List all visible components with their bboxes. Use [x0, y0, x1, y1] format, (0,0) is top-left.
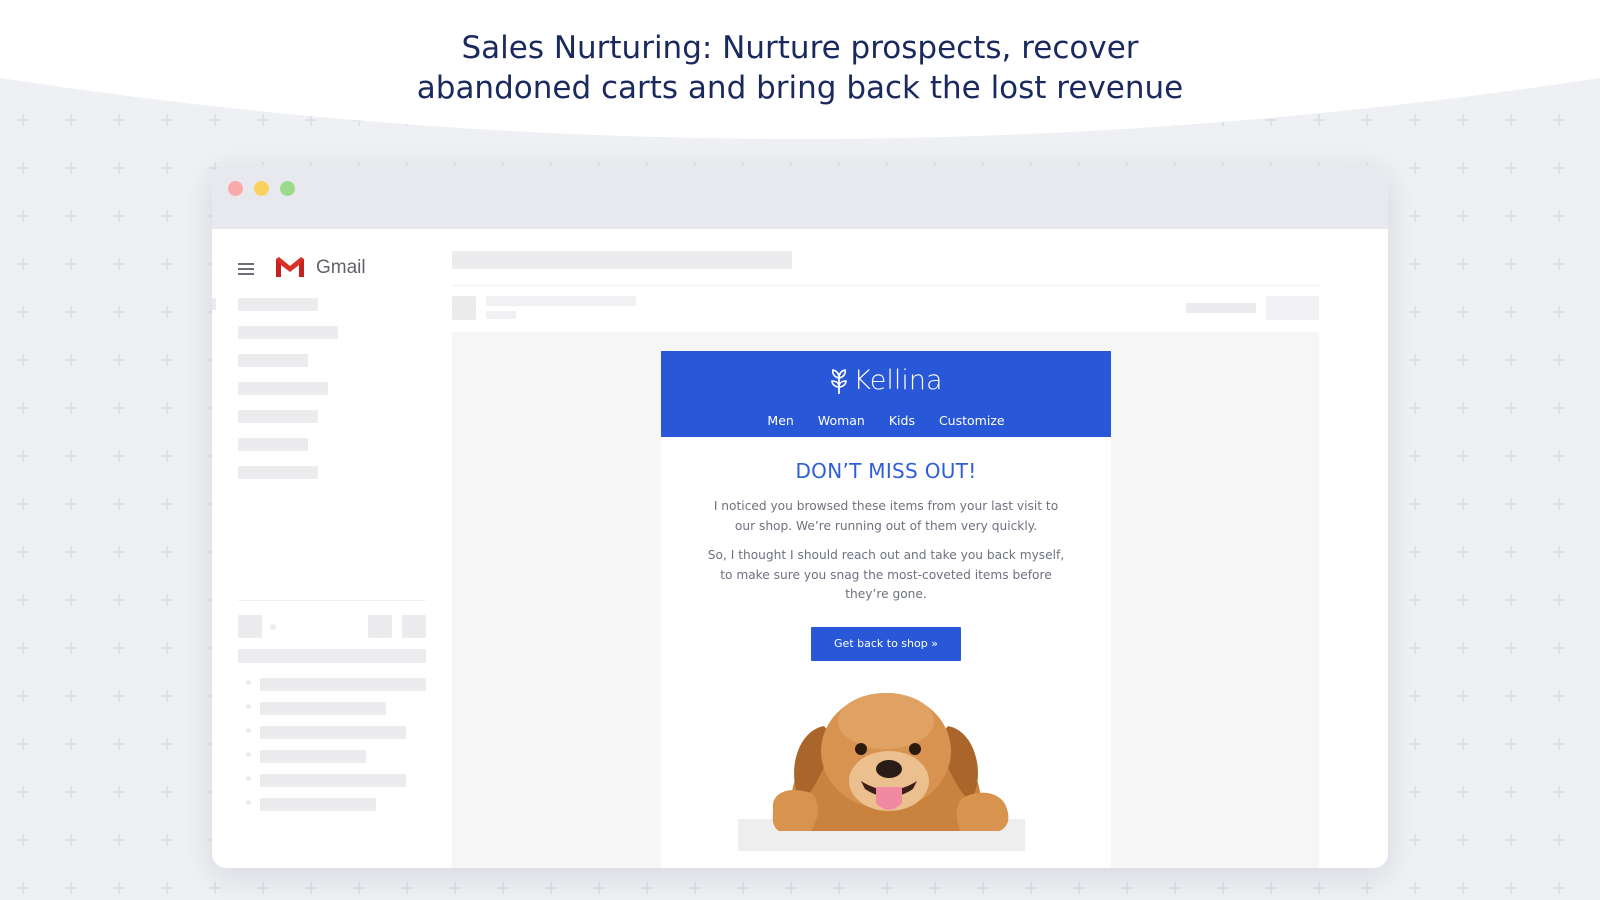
sidebar-list-placeholder[interactable]: [260, 798, 376, 811]
brand-logo[interactable]: Kellina: [661, 365, 1111, 396]
sidebar-item-placeholder[interactable]: [238, 438, 308, 451]
gmail-logo-icon: [276, 257, 304, 277]
email-paragraph-1: I noticed you browsed these items from y…: [713, 499, 1059, 533]
nav-link-woman[interactable]: Woman: [818, 413, 865, 428]
sidebar-avatar-placeholder: [238, 615, 262, 638]
brand-name: Kellina: [853, 365, 943, 396]
gmail-app-name: Gmail: [316, 257, 366, 278]
sender-meta-placeholder: [486, 311, 516, 319]
sidebar-item-placeholder[interactable]: [238, 354, 308, 367]
sidebar-item-placeholder[interactable]: [238, 466, 318, 479]
email-banner: Kellina Men Woman Kids Customize: [661, 351, 1111, 437]
minimize-window-button[interactable]: [254, 181, 269, 196]
page-headline: Sales Nurturing: Nurture prospects, reco…: [0, 28, 1600, 108]
headline-line-1: Sales Nurturing: Nurture prospects, reco…: [461, 30, 1139, 66]
get-back-to-shop-button[interactable]: Get back to shop »: [811, 626, 961, 661]
sidebar-item-placeholder[interactable]: [238, 298, 318, 311]
headline-line-2: abandoned carts and bring back the lost …: [416, 70, 1184, 106]
nav-link-men[interactable]: Men: [767, 413, 793, 428]
sidebar-divider: [238, 600, 426, 601]
email-heading: DON’T MISS OUT!: [795, 459, 977, 483]
bullet-dot: [246, 800, 251, 805]
action-placeholder[interactable]: [1266, 296, 1319, 320]
sprout-icon: [831, 368, 848, 394]
sidebar-action-placeholder[interactable]: [368, 615, 392, 638]
sidebar-list-placeholder[interactable]: [260, 750, 366, 763]
nav-link-customize[interactable]: Customize: [939, 413, 1005, 428]
sender-avatar-placeholder: [452, 296, 476, 320]
sidebar-item-placeholder[interactable]: [238, 382, 328, 395]
bullet-dot: [246, 776, 251, 781]
sidebar-action-placeholder[interactable]: [402, 615, 426, 638]
sidebar-list-placeholder[interactable]: [260, 726, 406, 739]
hamburger-menu-icon[interactable]: [238, 263, 254, 278]
nav-link-kids[interactable]: Kids: [889, 413, 915, 428]
email-nav: Men Woman Kids Customize: [661, 413, 1111, 428]
sidebar-list-placeholder[interactable]: [260, 702, 386, 715]
header-divider: [452, 285, 1319, 286]
golden-retriever-dog-image: [738, 693, 1025, 851]
close-window-button[interactable]: [228, 181, 243, 196]
sidebar-list-placeholder[interactable]: [260, 774, 406, 787]
sidebar-list-placeholder[interactable]: [260, 678, 426, 691]
bullet-dot: [246, 728, 251, 733]
email-body: Kellina Men Woman Kids Customize DON’T M…: [661, 351, 1111, 868]
date-placeholder: [1186, 303, 1256, 313]
sidebar-active-marker: [212, 298, 216, 310]
email-subject-placeholder: [452, 251, 792, 269]
sender-name-placeholder: [486, 296, 636, 306]
sidebar-item-placeholder[interactable]: [238, 410, 318, 423]
bullet-dot: [246, 752, 251, 757]
sidebar-item-placeholder[interactable]: [238, 326, 338, 339]
maximize-window-button[interactable]: [280, 181, 295, 196]
browser-titlebar: [212, 165, 1388, 229]
email-paragraph-2: So, I thought I should reach out and tak…: [707, 548, 1065, 601]
status-dot: [270, 624, 276, 630]
sidebar-section-placeholder: [238, 649, 426, 663]
bullet-dot: [246, 704, 251, 709]
browser-window: Gmail Kellina Men Woman Kids Customize D…: [212, 165, 1388, 868]
bullet-dot: [246, 680, 251, 685]
